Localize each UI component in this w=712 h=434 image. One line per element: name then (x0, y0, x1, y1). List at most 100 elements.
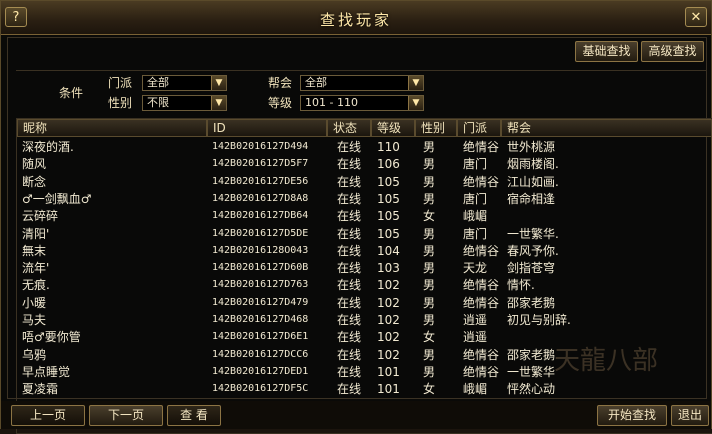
cell-gender: 男 (423, 295, 436, 310)
title-bar[interactable]: ? 查找玩家 ✕ (1, 1, 711, 35)
cell-gender: 男 (423, 157, 436, 172)
chevron-down-icon[interactable]: ▼ (408, 96, 423, 110)
cell-guild: 初见与别辞. (507, 313, 571, 327)
table-row[interactable]: 断念 142B02016127DE56 在线 105 男 绝情谷 江山如画. (17, 174, 712, 190)
table-row[interactable]: 清阳' 142B02016127D5DE 在线 105 男 唐门 一世繁华. (17, 226, 712, 242)
prev-page-button[interactable]: 上一页 (11, 405, 85, 426)
cell-level: 110 (377, 140, 400, 154)
cell-gender: 女 (423, 330, 436, 345)
cell-id: 142B02016127D6E1 (212, 331, 309, 343)
start-search-button[interactable]: 开始查找 (597, 405, 667, 426)
cell-status: 在线 (337, 330, 362, 345)
table-row[interactable]: 无痕. 142B02016127D763 在线 102 男 绝情谷 情怀. (17, 277, 712, 293)
cell-nickname: 夏凌霜 (22, 382, 59, 397)
gender-select[interactable]: 不限 ▼ (142, 95, 227, 111)
cell-id: 142B02016127D60B (212, 262, 309, 274)
cell-sect: 峨嵋 (463, 209, 488, 224)
column-header-col-nickname[interactable]: 昵称 (17, 119, 207, 137)
cell-gender: 男 (423, 140, 436, 154)
cell-guild: 江山如画. (507, 174, 559, 189)
table-row[interactable]: 深夜的酒. 142B02016127D494 在线 110 男 绝情谷 世外桃源 (17, 139, 712, 155)
chevron-down-icon[interactable]: ▼ (211, 76, 226, 90)
sect-select-value: 全部 (147, 76, 169, 89)
cell-gender: 男 (423, 174, 436, 189)
cell-id: 142B02016127DED1 (212, 365, 309, 377)
column-header-col-guild[interactable]: 帮会 (501, 119, 712, 137)
cell-sect: 天龙 (463, 261, 488, 276)
cell-status: 在线 (337, 226, 362, 241)
exit-button[interactable]: 退出 (671, 405, 709, 426)
column-header-col-status[interactable]: 状态 (327, 119, 371, 137)
cell-id: 142B02016127DF5C (212, 383, 309, 395)
table-row[interactable]: 小暖 142B02016127D479 在线 102 男 绝情谷 邵家老鹅 (17, 295, 712, 311)
sect-select[interactable]: 全部 ▼ (142, 75, 227, 91)
cell-sect: 绝情谷 (463, 278, 500, 293)
cell-level: 103 (377, 261, 400, 276)
cell-nickname: 清阳' (22, 226, 50, 241)
chevron-down-icon[interactable]: ▼ (408, 76, 423, 90)
chevron-down-icon[interactable]: ▼ (211, 96, 226, 110)
cell-gender: 男 (423, 364, 436, 379)
cell-nickname: ♂一剑飘血♂ (22, 191, 92, 206)
column-header-col-level[interactable]: 等级 (371, 119, 415, 137)
cell-id: 142B02016127D5F7 (212, 158, 309, 170)
advanced-search-button[interactable]: 高级查找 (641, 41, 704, 62)
cell-level: 102 (377, 278, 400, 293)
cell-status: 在线 (337, 261, 362, 276)
cell-guild: 邵家老鹅 (507, 295, 556, 310)
cell-id: 142B02016127DCC6 (212, 348, 309, 360)
level-select[interactable]: 101 - 110 ▼ (300, 95, 424, 111)
cell-status: 在线 (337, 140, 362, 154)
next-page-button[interactable]: 下一页 (89, 405, 163, 426)
table-row[interactable]: 云碎碎 142B02016127DB64 在线 105 女 峨嵋 (17, 208, 712, 224)
cell-guild: 剑指苍穹 (507, 261, 556, 276)
cell-gender: 男 (423, 313, 436, 327)
cell-sect: 绝情谷 (463, 140, 500, 154)
table-row[interactable]: 無末 142B02016128O043 在线 104 男 绝情谷 春风予你. (17, 243, 712, 259)
cell-status: 在线 (337, 191, 362, 206)
column-header-col-id[interactable]: ID (207, 119, 327, 137)
gender-select-value: 不限 (147, 96, 169, 109)
table-row[interactable]: 马夫 142B02016127D468 在线 102 男 逍遥 初见与别辞. (17, 312, 712, 328)
cell-level: 102 (377, 347, 400, 362)
cell-status: 在线 (337, 347, 362, 362)
close-icon[interactable]: ✕ (685, 7, 707, 27)
window-title: 查找玩家 (319, 11, 392, 29)
cell-level: 102 (377, 330, 400, 345)
cell-nickname: 無末 (22, 243, 47, 258)
basic-search-button[interactable]: 基础查找 (575, 41, 638, 62)
guild-select[interactable]: 全部 ▼ (300, 75, 424, 91)
cell-level: 101 (377, 382, 400, 397)
cell-sect: 峨嵋 (463, 382, 488, 397)
cell-level: 105 (377, 226, 400, 241)
cell-gender: 女 (423, 382, 436, 397)
cell-nickname: 随风 (22, 157, 47, 172)
column-header-col-gender[interactable]: 性别 (415, 119, 457, 137)
level-select-value: 101 - 110 (305, 96, 358, 109)
cell-nickname: 无痕. (22, 278, 50, 293)
find-player-window: ? 查找玩家 ✕ 基础查找 高级查找 条件 门派 全部 ▼ 性别 不限 ▼ 帮会… (0, 0, 712, 434)
cell-level: 101 (377, 364, 400, 379)
column-header-col-sect[interactable]: 门派 (457, 119, 501, 137)
cell-level: 105 (377, 174, 400, 189)
guild-label: 帮会 (268, 76, 293, 90)
cell-gender: 男 (423, 243, 436, 258)
cell-status: 在线 (337, 382, 362, 397)
cell-sect: 逍遥 (463, 330, 488, 345)
table-row[interactable]: 随风 142B02016127D5F7 在线 106 男 唐门 烟雨楼阁. (17, 156, 712, 172)
view-button[interactable]: 查 看 (167, 405, 221, 426)
table-header: 昵称 ID 状态 等级 性别 门派 帮会 (17, 119, 712, 137)
cell-level: 105 (377, 209, 400, 224)
cell-guild: 一世繁华. (507, 226, 559, 241)
cell-sect: 唐门 (463, 191, 488, 206)
cell-sect: 绝情谷 (463, 364, 500, 379)
cell-status: 在线 (337, 209, 362, 224)
table-row[interactable]: 流年' 142B02016127D60B 在线 103 男 天龙 剑指苍穹 (17, 260, 712, 276)
cell-nickname: 深夜的酒. (22, 140, 74, 154)
cell-nickname: 云碎碎 (22, 209, 59, 224)
cell-gender: 男 (423, 226, 436, 241)
bottom-toolbar: 上一页 下一页 查 看 开始查找 退出 (1, 401, 711, 429)
table-row[interactable]: ♂一剑飘血♂ 142B02016127D8A8 在线 105 男 唐门 宿命相逢 (17, 191, 712, 207)
cell-sect: 绝情谷 (463, 243, 500, 258)
sect-label: 门派 (108, 76, 133, 90)
